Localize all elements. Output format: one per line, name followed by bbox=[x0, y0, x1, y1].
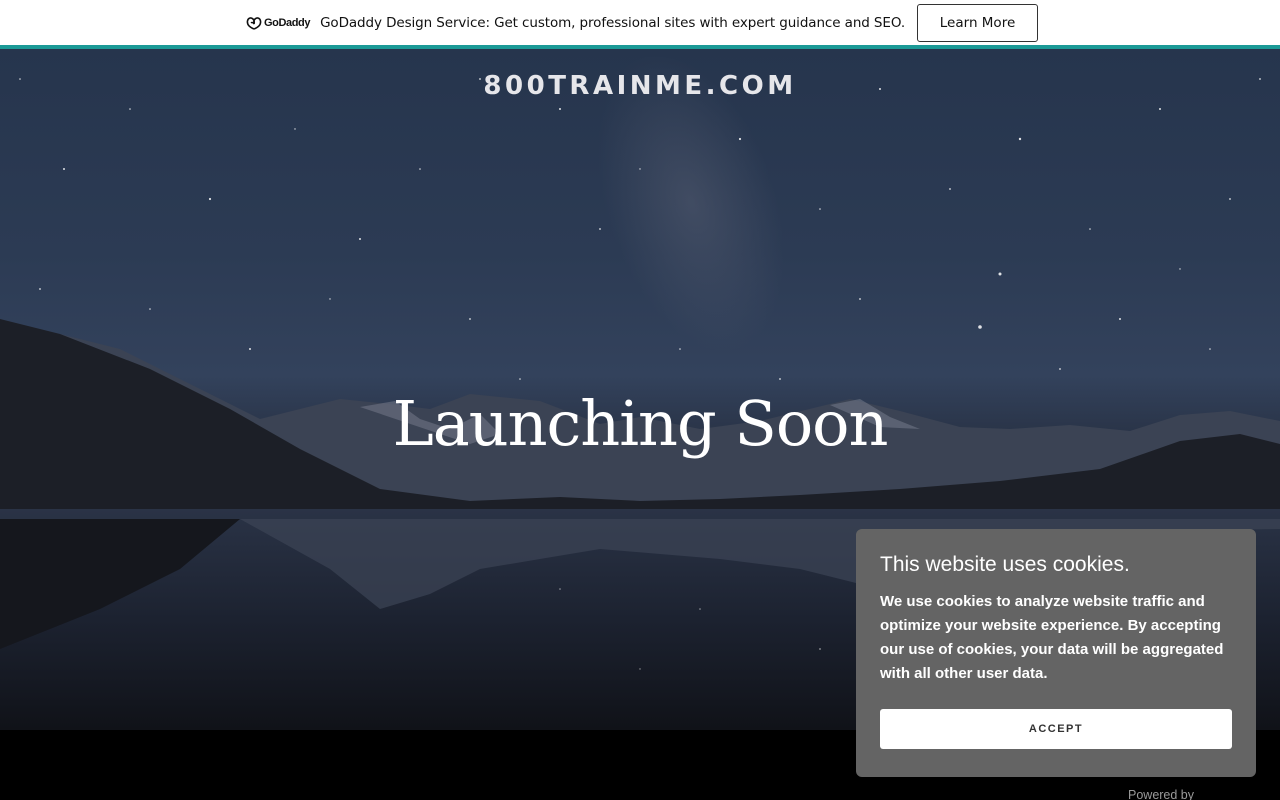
godaddy-logo: GoDaddy bbox=[246, 16, 310, 30]
site-name-heading[interactable]: 800TRAINME.COM bbox=[0, 71, 1280, 101]
launching-soon-heading: Launching Soon bbox=[392, 387, 889, 460]
cookie-consent-dialog: This website uses cookies. We use cookie… bbox=[856, 529, 1256, 777]
accept-cookies-button[interactable]: ACCEPT bbox=[880, 709, 1232, 749]
promo-message: GoDaddy Design Service: Get custom, prof… bbox=[320, 14, 906, 31]
promo-banner: GoDaddy GoDaddy Design Service: Get cust… bbox=[0, 0, 1280, 49]
godaddy-icon bbox=[246, 16, 262, 30]
learn-more-button[interactable]: Learn More bbox=[917, 3, 1039, 42]
promo-content: GoDaddy GoDaddy Design Service: Get cust… bbox=[246, 3, 1039, 42]
godaddy-logo-text: GoDaddy bbox=[263, 16, 311, 29]
cookie-title: This website uses cookies. bbox=[880, 553, 1130, 576]
cookie-description: We use cookies to analyze website traffi… bbox=[880, 593, 1224, 682]
powered-by-text[interactable]: Powered by bbox=[1128, 788, 1194, 800]
